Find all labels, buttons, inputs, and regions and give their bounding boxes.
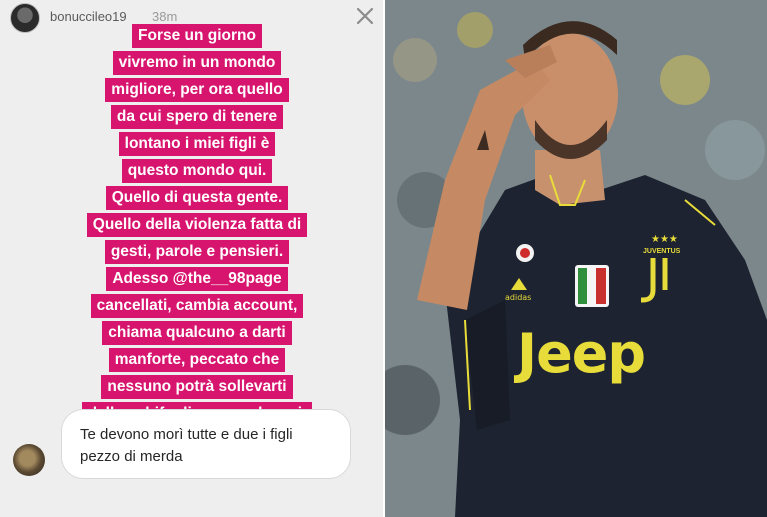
story-timestamp: 38m [152,9,178,24]
caption-line: chiama qualcuno a darti [102,321,292,345]
story-username[interactable]: bonuccileo19 [50,9,127,24]
caption-line: Quello della violenza fatta di [86,213,308,237]
caption-line: da cui spero di tenere [110,105,284,129]
caption-line: questo mondo qui. [121,159,273,183]
close-icon [356,7,374,25]
jersey-sponsor: Jeep [517,322,646,385]
caption-line: vivremo in un mondo [112,51,282,75]
caption-line: migliore, per ora quello [105,78,289,102]
reply-text-line: pezzo di merda [80,448,183,465]
svg-text:adidas: adidas [505,293,531,302]
caption-line: Forse un giorno [132,24,262,48]
instagram-story: bonuccileo19 38m Forse un giorno vivremo… [0,0,383,517]
reply-avatar[interactable] [13,444,45,476]
caption-line: lontano i miei figli è [118,132,276,156]
caption-line: gesti, parole e pensieri. [104,240,290,264]
caption-line: Quello di questa gente. [105,186,289,210]
caption-line: manforte, peccato che [108,348,286,372]
player-photo: ★★★ adidas JUVENTUS Jeep [385,0,767,517]
club-text: JUVENTUS [643,248,681,255]
reply-message-bubble: Te devono morì tutte e due i figli pezzo… [61,409,351,479]
reply-text-line: Te devono morì tutte e due i figli [80,426,293,443]
profile-avatar[interactable] [10,3,40,33]
svg-text:★★★: ★★★ [651,234,678,245]
story-caption: Forse un giorno vivremo in un mondo migl… [62,24,332,429]
caption-line: Adesso @the__98page [106,267,288,291]
caption-line: nessuno potrà sollevarti [101,375,293,399]
close-button[interactable] [352,3,378,29]
player-illustration: ★★★ adidas [385,0,767,517]
caption-line: cancellati, cambia account, [90,294,304,318]
